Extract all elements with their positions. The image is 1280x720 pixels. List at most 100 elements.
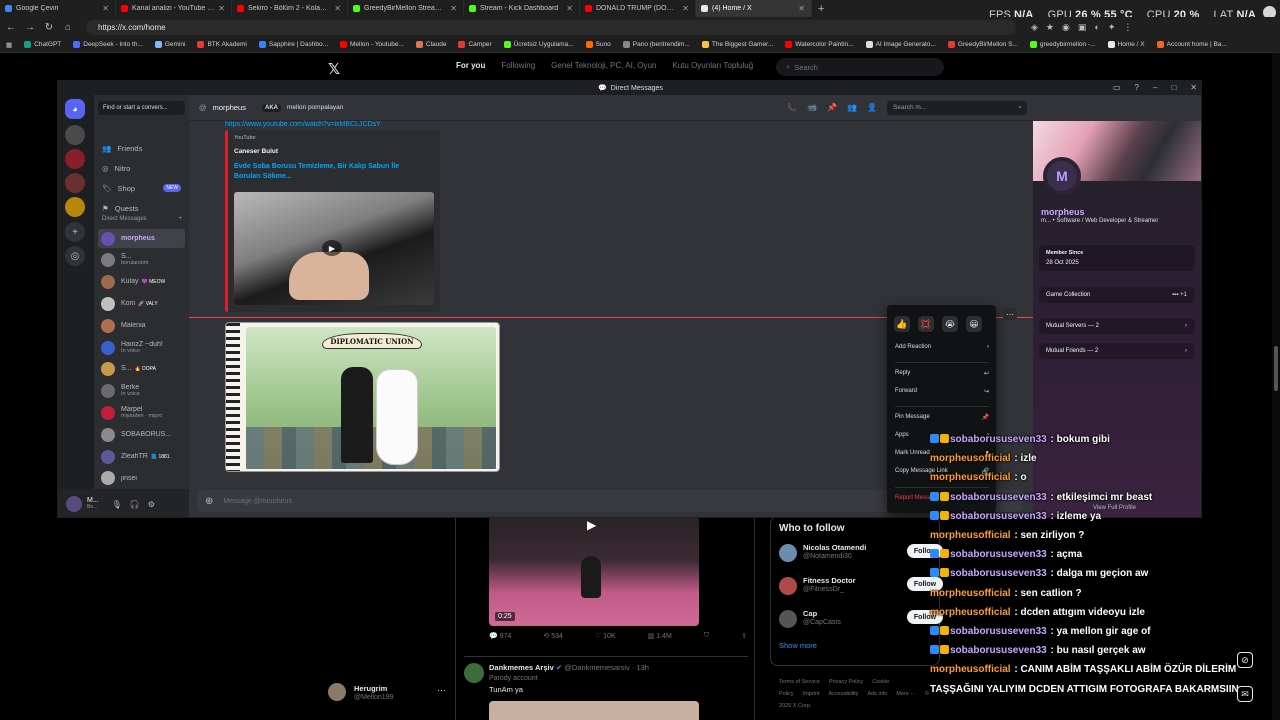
- play-icon[interactable]: ▶: [322, 240, 342, 256]
- bookmark-item[interactable]: Suno: [585, 41, 611, 48]
- inbox-icon[interactable]: ▭: [1113, 83, 1121, 92]
- profile-toggle-icon[interactable]: 👤: [867, 103, 877, 112]
- new-tab-button[interactable]: +: [818, 3, 824, 15]
- mail-icon[interactable]: ✉: [1237, 686, 1253, 702]
- bookmark-item[interactable]: BTK Akademi: [197, 41, 247, 48]
- menu-icon[interactable]: ⋮: [1123, 22, 1132, 33]
- add-server-icon[interactable]: +: [65, 222, 85, 242]
- close-icon[interactable]: ✕: [1190, 83, 1197, 92]
- dm-item[interactable]: SOBABORUS...: [98, 425, 185, 444]
- bookmark-item[interactable]: Account home | Ba...: [1156, 41, 1227, 48]
- context-add-reaction[interactable]: Add Reaction ›: [895, 344, 989, 350]
- dm-item[interactable]: Korii 🚀 VALY: [98, 294, 185, 313]
- context-forward[interactable]: Forward ↪: [895, 388, 989, 395]
- x-tab[interactable]: Following: [501, 61, 535, 70]
- cartoon-image[interactable]: DIPLOMATIC UNION: [225, 322, 500, 472]
- puzzle-icon[interactable]: ✦: [1108, 22, 1116, 33]
- pinned-icon[interactable]: 📌: [827, 103, 837, 112]
- follow-suggestion[interactable]: Nicolas Otamendi @Notamendi30 Follow: [779, 542, 943, 575]
- tweet-video[interactable]: ▶ 0:25: [489, 516, 699, 626]
- extension-icon[interactable]: ◉: [1062, 22, 1070, 33]
- like-button[interactable]: ♡ 10K: [595, 632, 616, 640]
- footer-link[interactable]: Terms of Service: [779, 679, 820, 685]
- find-conversation-input[interactable]: Find or start a convers...: [98, 101, 185, 115]
- tweet-image[interactable]: [489, 701, 699, 720]
- follow-suggestion[interactable]: Fitness Doctor @FitnessDr_ Follow: [779, 575, 943, 608]
- bookmark-item[interactable]: DeepSeek - Into th...: [73, 41, 143, 48]
- extension-icon[interactable]: ◈: [1031, 22, 1038, 33]
- reaction-emoji[interactable]: 💢: [918, 316, 934, 332]
- share-icon[interactable]: ⇪: [741, 632, 747, 640]
- browser-tab[interactable]: Sekiro - Bölüm 2 - Kolay Boss !!✕: [232, 0, 348, 17]
- follow-suggestion[interactable]: Cap @CapCasts Follow: [779, 608, 943, 641]
- context-reply[interactable]: Reply ↩: [895, 370, 989, 377]
- mutual-servers-card[interactable]: Mutual Servers — 2 ›: [1039, 318, 1195, 334]
- extension-icon[interactable]: ◐: [1094, 22, 1099, 33]
- tweet[interactable]: Dankmemes Arşiv ✔ @Dankmemesarsiv · 13h …: [464, 656, 748, 720]
- dm-item[interactable]: Berke In voice: [98, 382, 185, 401]
- dm-item[interactable]: HainzZ ~duh! In voice: [98, 338, 185, 357]
- avatar[interactable]: [779, 577, 797, 595]
- footer-link[interactable]: Accessibility: [828, 691, 858, 697]
- more-icon[interactable]: ···: [437, 685, 446, 695]
- settings-gear-icon[interactable]: ⚙: [148, 500, 155, 509]
- avatar[interactable]: [464, 663, 484, 683]
- server-icon[interactable]: [65, 125, 85, 145]
- tab-close-icon[interactable]: ✕: [102, 4, 109, 13]
- bookmark-item[interactable]: Home / X: [1107, 41, 1145, 48]
- dm-item[interactable]: S... borulandım: [98, 251, 185, 270]
- video-call-icon[interactable]: 📹: [807, 103, 817, 112]
- explore-icon[interactable]: ◎: [65, 246, 85, 266]
- x-search-input[interactable]: ⌕ Search: [776, 58, 944, 76]
- footer-link[interactable]: Privacy Policy: [829, 679, 863, 685]
- server-icon[interactable]: [65, 197, 85, 217]
- bookmark-item[interactable]: Sapphire | Dashbo...: [258, 41, 328, 48]
- browser-tab[interactable]: DONALD TRUMP (DOMBRA) ✕: [580, 0, 696, 17]
- dm-item[interactable]: S... 🔥 DOPA: [98, 360, 185, 379]
- reaction-emoji[interactable]: 😭: [942, 316, 958, 332]
- forward-icon[interactable]: →: [25, 22, 35, 33]
- tab-close-icon[interactable]: ✕: [682, 4, 689, 13]
- bookmark-item[interactable]: Claude: [415, 41, 446, 48]
- tab-close-icon[interactable]: ✕: [218, 4, 225, 13]
- bookmark-item[interactable]: Mellon - Youtube...: [340, 41, 404, 48]
- dm-item[interactable]: jinsei: [98, 469, 185, 488]
- reaction-emoji[interactable]: 😀: [966, 316, 982, 332]
- headphones-icon[interactable]: 🎧: [130, 500, 140, 509]
- chat-search-input[interactable]: Search m... ⌕: [887, 100, 1027, 115]
- apps-icon[interactable]: ▦: [6, 41, 12, 49]
- bookmark-item[interactable]: Ücretsiz Uygulama...: [503, 41, 574, 48]
- footer-link[interactable]: More ···: [896, 691, 916, 697]
- avatar[interactable]: [66, 496, 82, 512]
- footer-link[interactable]: Imprint: [803, 691, 820, 697]
- bookmark-item[interactable]: greedybirmellon -...: [1029, 41, 1096, 48]
- browser-tab[interactable]: GreedyBirMellon Stream - Watch ✕: [348, 0, 464, 17]
- account-switcher[interactable]: Herugrim @Mellon199 ···: [328, 683, 450, 707]
- profile-avatar[interactable]: M: [1043, 157, 1081, 195]
- tab-close-icon[interactable]: ✕: [566, 4, 573, 13]
- reply-button[interactable]: 💬 974: [489, 632, 511, 640]
- server-icon[interactable]: [65, 149, 85, 169]
- bookmark-item[interactable]: GreedyBirMellon S...: [947, 41, 1018, 48]
- nav-item-nitro[interactable]: ◎ Nitro: [98, 161, 185, 175]
- embed-author[interactable]: Caneser Bulut: [234, 148, 278, 155]
- browser-tab[interactable]: Stream - Kick Dashboard ✕: [464, 0, 580, 17]
- bookmark-item[interactable]: ChatGPT: [24, 41, 61, 48]
- bookmark-star-icon[interactable]: ★: [1046, 22, 1054, 33]
- footer-link[interactable]: Ads info: [867, 691, 887, 697]
- help-icon[interactable]: ?: [1135, 83, 1139, 92]
- browser-tab[interactable]: (4) Home / X ✕: [696, 0, 812, 17]
- page-scrollbar[interactable]: [1272, 53, 1280, 720]
- repost-button[interactable]: ⟲ 534: [543, 632, 563, 640]
- more-options-icon[interactable]: ⋯: [1003, 308, 1017, 320]
- maximize-icon[interactable]: □: [1171, 83, 1176, 92]
- add-friend-icon[interactable]: 👥: [847, 103, 857, 112]
- reload-icon[interactable]: ↻: [44, 22, 54, 33]
- bookmark-item[interactable]: The Biggest Gamer...: [701, 41, 773, 48]
- bookmark-item[interactable]: Watercolor Paintin...: [785, 41, 854, 48]
- home-icon[interactable]: ⌂: [63, 22, 73, 33]
- youtube-link[interactable]: https://www.youtube.com/watch?v=ixMBCLJC…: [225, 121, 381, 128]
- bookmark-item[interactable]: Gemini: [154, 41, 185, 48]
- dm-item[interactable]: Marpel miyarden · mipro: [98, 403, 185, 422]
- browser-tab[interactable]: Kanal analizi - YouTube Studio ✕: [116, 0, 232, 17]
